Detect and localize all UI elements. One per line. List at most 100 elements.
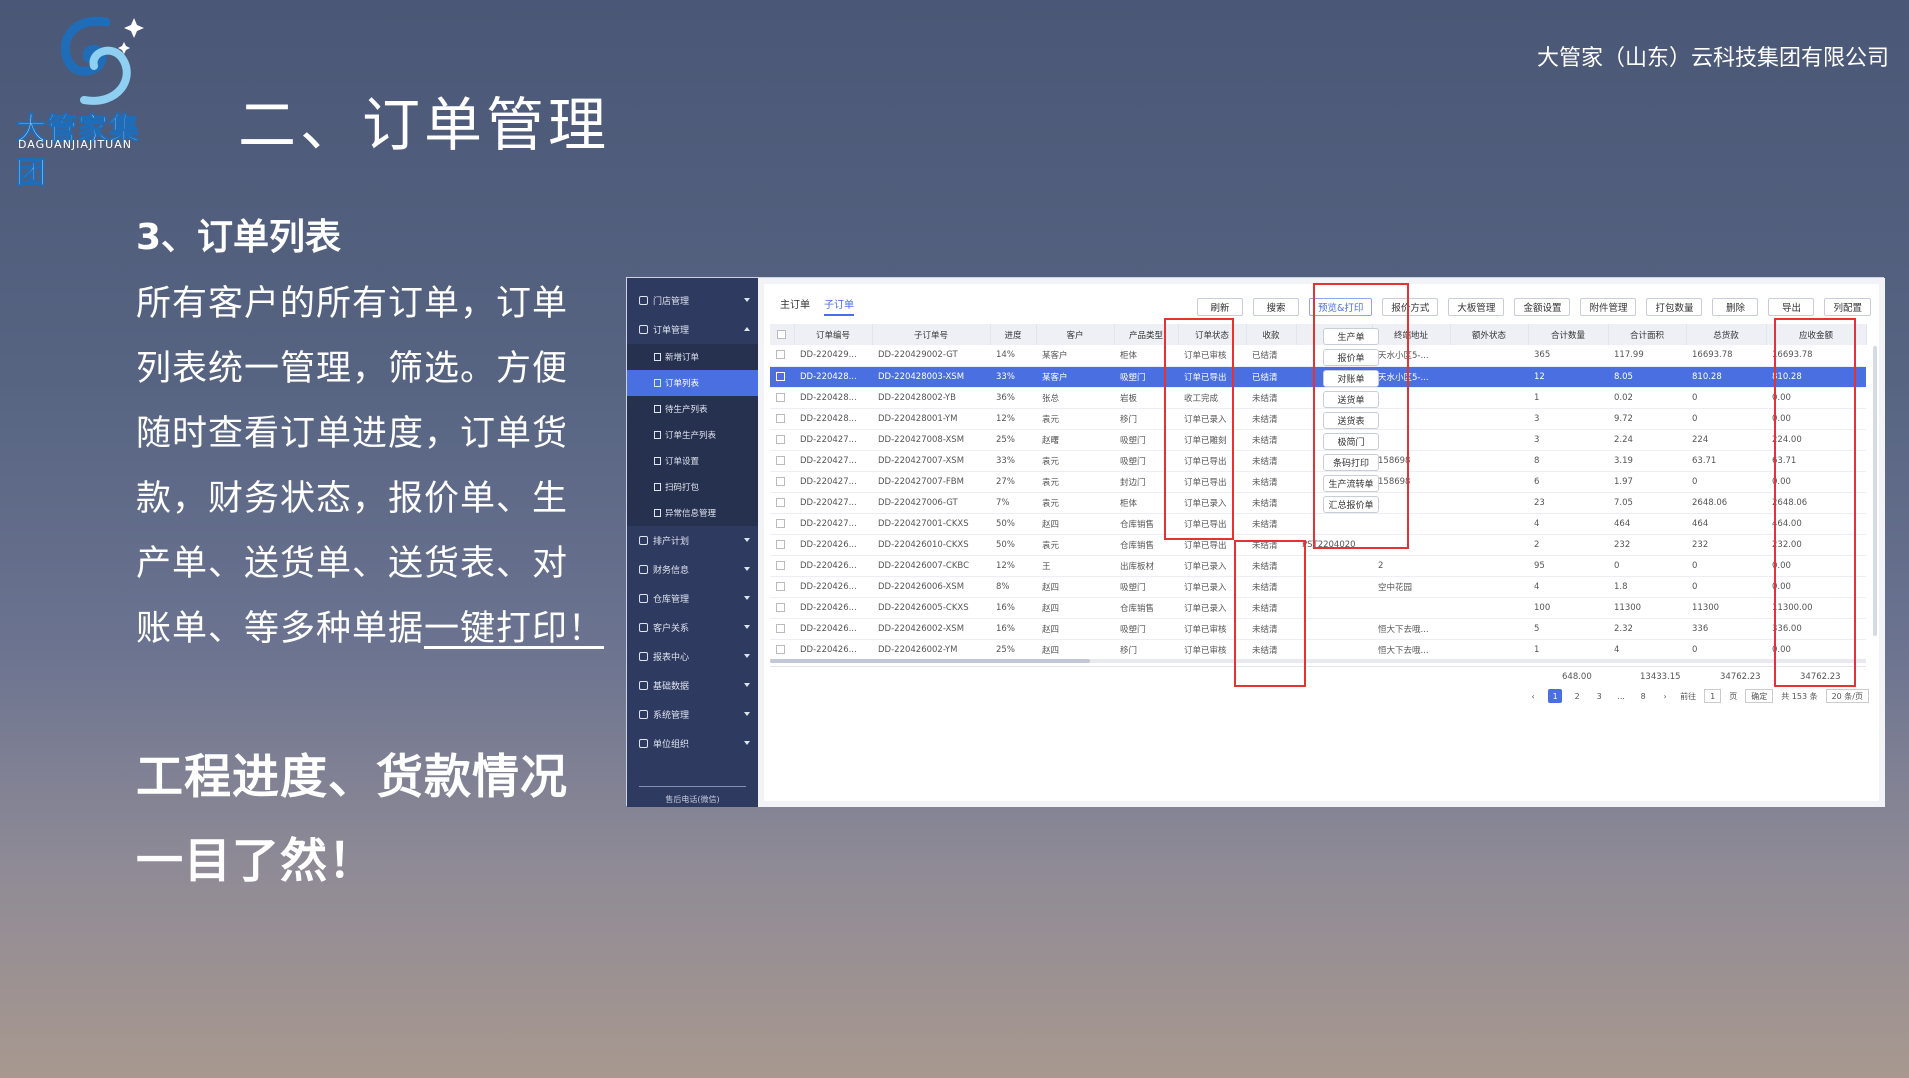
sidebar-item-reports[interactable]: 报表中心 [627, 642, 758, 671]
row-checkbox[interactable] [770, 366, 794, 388]
column-header[interactable]: 总货款 [1686, 324, 1767, 345]
sidebar-subitem[interactable]: 订单生产列表 [627, 422, 758, 448]
row-checkbox[interactable] [770, 555, 794, 577]
table-cell: 50% [990, 513, 1036, 535]
table-cell: DD-220427007-FBM [872, 471, 990, 493]
chevron-down-icon [744, 683, 750, 687]
description-paragraph: 所有客户的所有订单，订单 列表统一管理，筛选。方便 随时查看订单进度，订单货 款… [136, 272, 606, 662]
table-row[interactable]: DD-220426... DD-220426006-XSM 8% 赵四 吸塑门 订单已录入… [770, 576, 1866, 598]
print-menu-item[interactable]: 送货单 [1323, 391, 1379, 408]
page-number[interactable]: 3 [1592, 689, 1606, 703]
column-header[interactable]: 收款 [1246, 324, 1297, 345]
sidebar-subitem[interactable]: 扫码打包 [627, 474, 758, 500]
table-cell: 恒大下去哦... [1372, 618, 1450, 640]
prev-page-icon[interactable]: ‹ [1526, 689, 1540, 703]
export-button[interactable]: 导出 [1768, 298, 1815, 316]
table-cell [1450, 513, 1528, 535]
delete-button[interactable]: 删除 [1712, 298, 1759, 316]
table-row[interactable]: DD-220426... DD-220426007-CKBC 12% 王出库板材 订单已… [770, 555, 1866, 577]
table-cell [1296, 576, 1372, 598]
row-checkbox[interactable] [770, 513, 794, 535]
column-header[interactable]: 合计数量 [1528, 324, 1609, 345]
print-menu-item[interactable]: 对账单 [1323, 370, 1379, 387]
table-cell: 5 [1528, 618, 1608, 640]
row-checkbox[interactable] [770, 450, 794, 472]
next-page-icon[interactable]: › [1658, 689, 1672, 703]
column-header[interactable]: 客户 [1036, 324, 1115, 345]
column-header[interactable]: 额外状态 [1450, 324, 1529, 345]
sidebar-item-warehouse[interactable]: 仓库管理 [627, 584, 758, 613]
sidebar-item-basedata[interactable]: 基础数据 [627, 671, 758, 700]
goto-page-input[interactable]: 1 [1704, 689, 1722, 703]
print-menu-item[interactable]: 生产流转单 [1323, 475, 1379, 492]
print-dropdown-menu: 生产单 报价单 对账单 送货单 送货表 极简门 条码打印 生产流转单 汇总报价单 [1321, 328, 1381, 517]
print-menu-item[interactable]: 汇总报价单 [1323, 496, 1379, 513]
row-checkbox[interactable] [770, 576, 794, 598]
table-cell: 赵四 [1036, 513, 1114, 535]
column-header[interactable]: 子订单号 [872, 324, 991, 345]
table-cell: DD-220426002-YM [872, 639, 990, 661]
row-checkbox[interactable] [770, 387, 794, 409]
refresh-button[interactable]: 刷新 [1196, 298, 1243, 316]
sidebar-item-store[interactable]: 门店管理 [627, 286, 758, 315]
pack-count-button[interactable]: 打包数量 [1646, 298, 1703, 316]
total-qty: 648.00 [1562, 672, 1592, 682]
print-menu-item[interactable]: 生产单 [1323, 328, 1379, 345]
horizontal-scrollbar[interactable] [770, 659, 1866, 663]
sidebar-item-finance[interactable]: 财务信息 [627, 555, 758, 584]
column-config-button[interactable]: 列配置 [1824, 298, 1871, 316]
board-manage-button[interactable]: 大板管理 [1448, 298, 1505, 316]
column-header[interactable]: 订单编号 [794, 324, 873, 345]
table-row[interactable]: DD-220426... DD-220426002-XSM 16% 赵四 吸塑门 订单已审… [770, 618, 1866, 640]
print-menu-item[interactable]: 极简门 [1323, 433, 1379, 450]
row-checkbox[interactable] [770, 429, 794, 451]
sidebar-item-customers[interactable]: 客户关系 [627, 613, 758, 642]
sidebar-item-org[interactable]: 单位组织 [627, 729, 758, 758]
user-icon [639, 739, 648, 748]
highlight-box-total-goods [1774, 318, 1856, 687]
print-menu-item[interactable]: 报价单 [1323, 349, 1379, 366]
page-number[interactable]: 8 [1636, 689, 1650, 703]
row-checkbox[interactable] [770, 639, 794, 661]
attachments-button[interactable]: 附件管理 [1580, 298, 1637, 316]
sidebar-item-orders[interactable]: 订单管理 [627, 315, 758, 344]
select-all-checkbox[interactable] [770, 324, 795, 345]
support-phone[interactable]: 售后电话(微信) [627, 794, 758, 805]
search-button[interactable]: 搜索 [1252, 298, 1299, 316]
vertical-scrollbar[interactable] [1873, 346, 1877, 636]
column-header[interactable]: 合计面积 [1608, 324, 1687, 345]
sidebar-subitem[interactable]: 订单设置 [627, 448, 758, 474]
sidebar-item-schedule[interactable]: 排产计划 [627, 526, 758, 555]
goto-confirm-button[interactable]: 确定 [1745, 689, 1774, 703]
row-checkbox[interactable] [770, 345, 794, 367]
sidebar-subitem[interactable]: 新增订单 [627, 344, 758, 370]
sidebar-subitem[interactable]: 异常信息管理 [627, 500, 758, 526]
amount-settings-button[interactable]: 金额设置 [1514, 298, 1571, 316]
table-row[interactable]: DD-220426... DD-220426005-CKXS 16% 赵四 仓库销售 订单… [770, 597, 1866, 619]
table-cell: 810.28 [1686, 366, 1766, 388]
row-checkbox[interactable] [770, 618, 794, 640]
logo-mark-icon [60, 16, 144, 105]
page-size-select[interactable]: 20 条/页 [1825, 689, 1869, 703]
tab-sub-order[interactable]: 子订单 [824, 296, 854, 316]
row-checkbox[interactable] [770, 471, 794, 493]
order-panel: 主订单 子订单 刷新 搜索 预览&打印 报价方式 大板管理 金额设置 附件管理 … [764, 283, 1879, 801]
row-checkbox[interactable] [770, 597, 794, 619]
tab-main-order[interactable]: 主订单 [780, 296, 810, 316]
table-row[interactable]: DD-220426... DD-220426002-YM 25% 赵四 移门 订单已审核未… [770, 639, 1866, 661]
row-checkbox[interactable] [770, 534, 794, 556]
column-header[interactable]: 进度 [990, 324, 1037, 345]
page-number[interactable]: 1 [1548, 689, 1563, 703]
table-cell: 出库板材 [1114, 555, 1178, 577]
page-ellipsis[interactable]: ... [1614, 689, 1628, 703]
sidebar-subitem[interactable]: 待生产列表 [627, 396, 758, 422]
table-cell: DD-220427007-XSM [872, 450, 990, 472]
sidebar-item-system[interactable]: 系统管理 [627, 700, 758, 729]
table-cell: 仓库销售 [1114, 597, 1178, 619]
row-checkbox[interactable] [770, 492, 794, 514]
print-menu-item[interactable]: 条码打印 [1323, 454, 1379, 471]
page-number[interactable]: 2 [1570, 689, 1584, 703]
sidebar-subitem-order-list[interactable]: 订单列表 [627, 370, 758, 396]
print-menu-item[interactable]: 送货表 [1323, 412, 1379, 429]
row-checkbox[interactable] [770, 408, 794, 430]
